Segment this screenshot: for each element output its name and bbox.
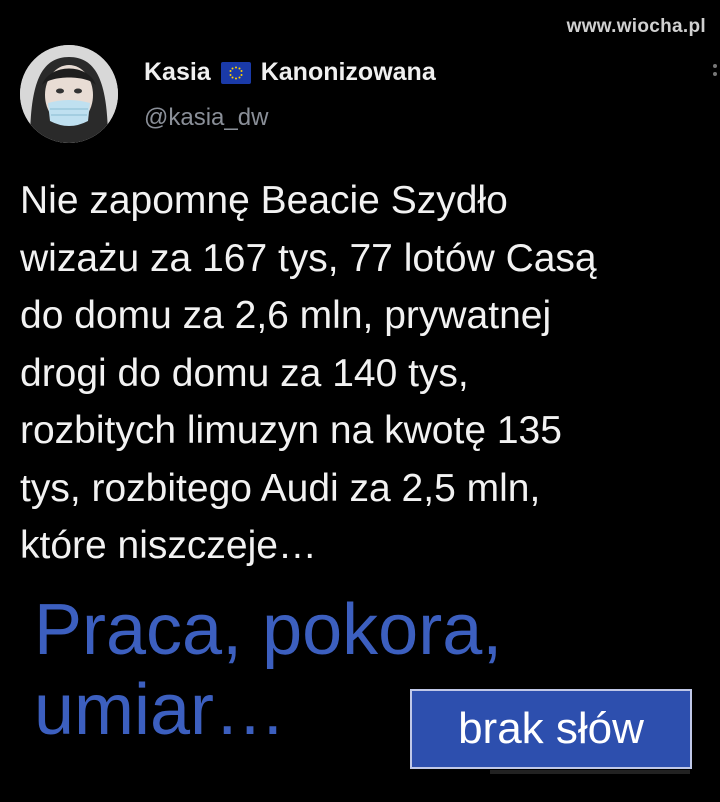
eu-flag-icon bbox=[220, 61, 251, 84]
display-name-last: Kanonizowana bbox=[260, 58, 436, 86]
avatar-image bbox=[20, 45, 118, 143]
display-name[interactable]: Kasia Kanonizowana bbox=[144, 58, 436, 87]
tag-label: brak słów bbox=[458, 704, 644, 753]
user-handle[interactable]: @kasia_dw bbox=[144, 104, 268, 132]
divider bbox=[490, 770, 690, 774]
avatar[interactable] bbox=[20, 45, 118, 143]
tweet-text: Nie zapomnę Beacie Szydło wizażu za 167 … bbox=[20, 179, 597, 567]
watermark: www.wiocha.pl bbox=[566, 16, 706, 37]
tag-label-box: brak słów bbox=[410, 689, 692, 769]
more-options-icon[interactable] bbox=[712, 60, 718, 100]
display-name-first: Kasia bbox=[144, 58, 211, 86]
